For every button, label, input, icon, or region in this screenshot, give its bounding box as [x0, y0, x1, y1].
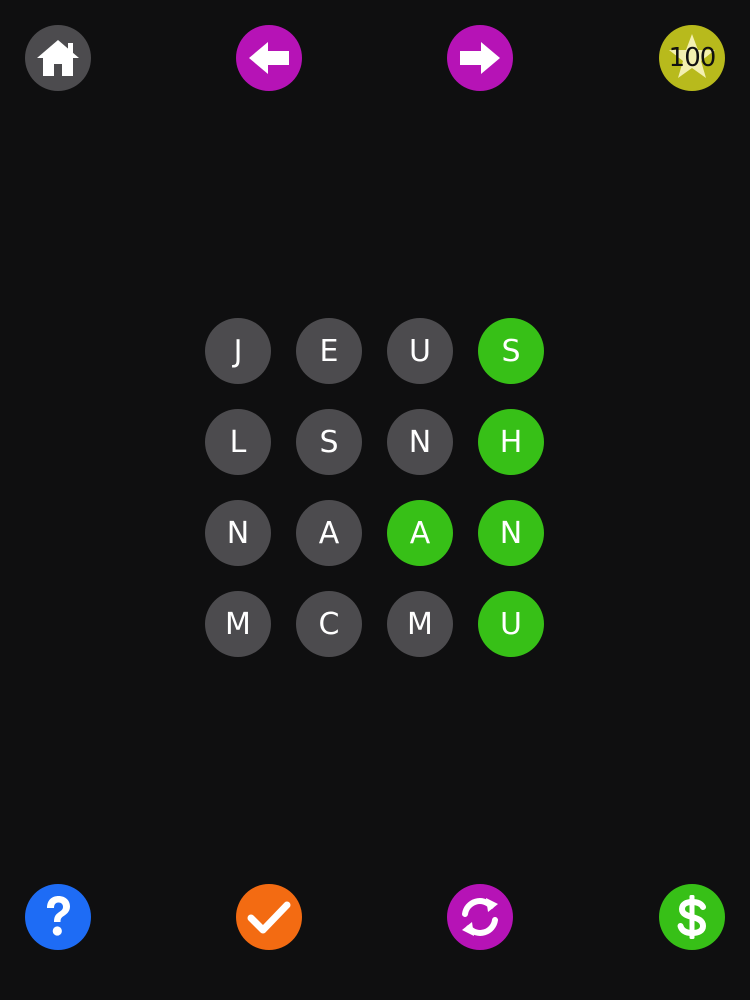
letter-tile[interactable]: E — [296, 318, 362, 384]
help-button[interactable] — [25, 884, 91, 950]
letter-tile[interactable]: A — [296, 500, 362, 566]
home-button[interactable] — [25, 25, 91, 91]
letter-tile[interactable]: U — [387, 318, 453, 384]
letter-tile[interactable]: M — [205, 591, 271, 657]
letter-tile[interactable]: A — [387, 500, 453, 566]
letter-tile[interactable]: N — [478, 500, 544, 566]
question-icon — [38, 894, 78, 940]
dollar-icon — [672, 893, 712, 941]
home-icon — [35, 37, 81, 79]
arrow-left-icon — [246, 38, 292, 78]
shuffle-button[interactable] — [447, 884, 513, 950]
checkmark-icon — [246, 897, 292, 937]
letter-tile[interactable]: S — [478, 318, 544, 384]
letter-tile[interactable]: S — [296, 409, 362, 475]
letter-tile[interactable]: U — [478, 591, 544, 657]
coins-button[interactable]: 100 — [659, 25, 725, 91]
previous-level-button[interactable] — [236, 25, 302, 91]
letter-tile[interactable]: M — [387, 591, 453, 657]
letter-tile[interactable]: L — [205, 409, 271, 475]
check-button[interactable] — [236, 884, 302, 950]
letter-tile[interactable]: J — [205, 318, 271, 384]
shop-button[interactable] — [659, 884, 725, 950]
letter-tile[interactable]: C — [296, 591, 362, 657]
letter-tile[interactable]: H — [478, 409, 544, 475]
arrow-right-icon — [457, 38, 503, 78]
letter-tile[interactable]: N — [387, 409, 453, 475]
next-level-button[interactable] — [447, 25, 513, 91]
letter-grid: JEUSLSNHNAANMCMU — [205, 318, 545, 658]
coin-count: 100 — [668, 43, 717, 73]
letter-tile[interactable]: N — [205, 500, 271, 566]
refresh-icon — [457, 894, 503, 940]
game-screen: 100 JEUSLSNHNAANMCMU — [0, 0, 750, 1000]
